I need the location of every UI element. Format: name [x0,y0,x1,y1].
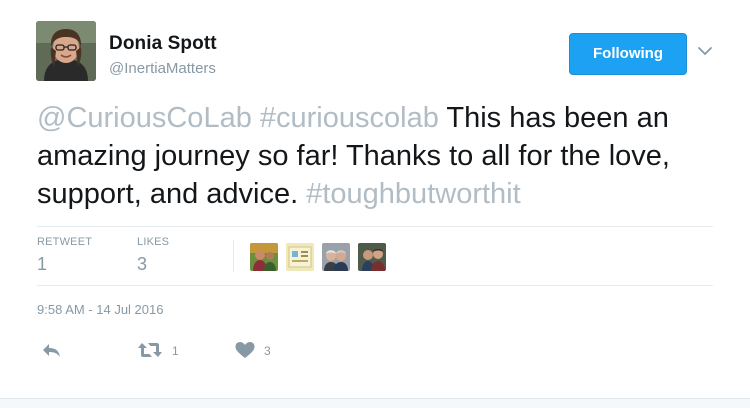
retweet-count: 1 [172,344,179,358]
liker-avatar-1[interactable] [250,243,278,271]
bottom-bar [0,398,750,408]
like-button[interactable]: 3 [234,340,278,362]
tweet-text: @CuriousCoLab #curiouscolab This has bee… [37,99,737,213]
author-screen-name[interactable]: @InertiaMatters [109,60,216,77]
retweet-stat-label: RETWEET [37,236,93,248]
like-count: 3 [264,344,271,358]
hashtag-link[interactable]: #curiouscolab [260,102,439,134]
author-avatar[interactable] [36,21,96,81]
tweet-timestamp[interactable]: 9:58 AM - 14 Jul 2016 [37,302,163,317]
divider [37,226,713,227]
reply-button[interactable] [40,340,64,362]
hashtag-link[interactable]: #toughbutworthit [306,178,520,210]
divider [37,285,713,286]
stats-separator [233,240,234,272]
chevron-down-icon[interactable] [697,44,713,56]
retweet-button[interactable]: 1 [136,340,186,362]
following-button[interactable]: Following [569,33,687,75]
mention-link[interactable]: @CuriousCoLab [37,102,252,134]
retweet-stat[interactable]: RETWEET 1 [37,236,92,275]
author-display-name[interactable]: Donia Spott [109,33,217,55]
tweet-text-segment [252,102,260,134]
liker-avatar-2[interactable] [286,243,314,271]
likes-stat-label: LIKES [137,236,170,248]
liker-avatar-3[interactable] [322,243,350,271]
likes-stat[interactable]: LIKES 3 [137,236,169,275]
liker-avatar-4[interactable] [358,243,386,271]
likes-stat-value: 3 [137,254,148,274]
tweet-card: Donia Spott @InertiaMatters Following @C… [0,0,750,408]
retweet-stat-value: 1 [37,254,48,274]
